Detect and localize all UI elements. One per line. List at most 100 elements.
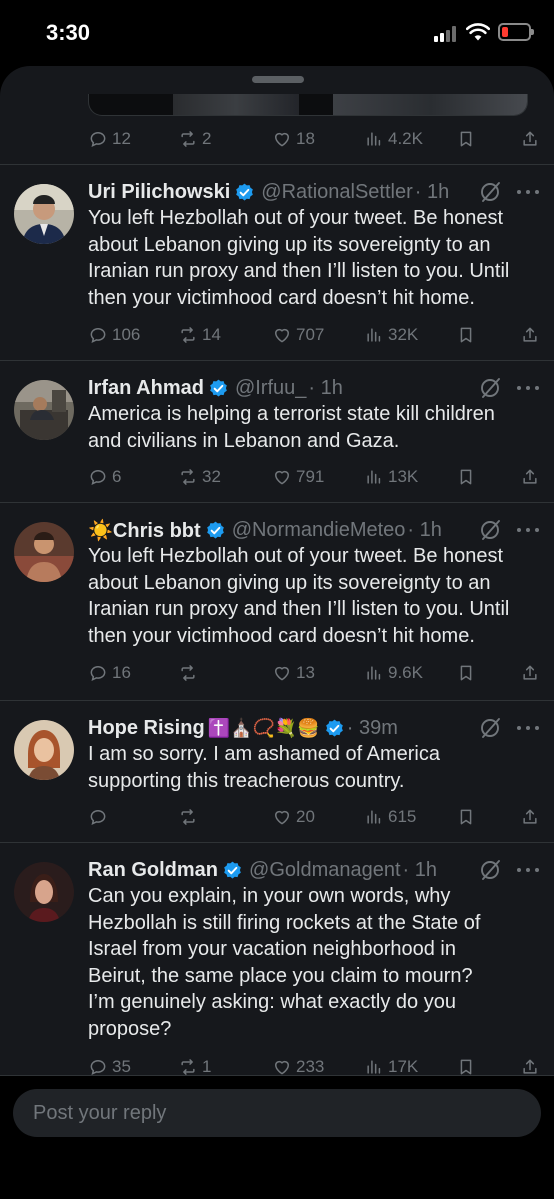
reply-count: 35 <box>112 1057 131 1076</box>
author-handle[interactable]: @Goldmanagent <box>249 859 401 882</box>
share-button[interactable] <box>520 127 540 151</box>
tweet-text-line: You left Hezbollah out of your tweet. Be… <box>88 545 504 567</box>
reply-button[interactable]: 6 <box>88 465 121 489</box>
replies-sheet: 12 2 18 4.2K Uri Pilichowski @RationalSe… <box>0 66 554 1199</box>
divider <box>0 360 554 361</box>
tweet-text-line: then your victimhood card doesn’t hit ho… <box>88 624 475 647</box>
share-button[interactable] <box>520 805 540 829</box>
grok-icon[interactable] <box>478 858 502 882</box>
tweet-text-line: I am so sorry. I am ashamed of America <box>88 743 440 765</box>
bookmark-button[interactable] <box>456 127 476 151</box>
grok-icon[interactable] <box>478 518 502 542</box>
repost-button[interactable]: 32 <box>178 465 221 489</box>
avatar[interactable] <box>14 380 74 440</box>
more-options-icon[interactable] <box>514 518 542 542</box>
tweet-text-line: America is helping a terrorist state kil… <box>88 403 495 425</box>
avatar[interactable] <box>14 720 74 780</box>
divider <box>0 700 554 701</box>
author-name[interactable]: Irfan Ahmad <box>88 377 204 400</box>
views-icon <box>367 666 381 680</box>
views-icon <box>367 328 381 342</box>
reply-button[interactable]: 16 <box>88 661 131 685</box>
reply-tweet[interactable]: Hope Rising ✝️⛪📿💐🍔 · 39m I am so sorry. … <box>0 714 554 842</box>
grok-icon[interactable] <box>478 180 502 204</box>
author-handle[interactable]: @Irfuu_ <box>235 377 306 400</box>
tweet-text: America is helping a terrorist state kil… <box>88 401 540 454</box>
tweet-time: · 1h <box>308 376 343 399</box>
reply-icon <box>90 1059 106 1076</box>
grok-icon[interactable] <box>478 716 502 740</box>
author-handle[interactable]: @RationalSettler <box>261 181 412 204</box>
more-options-icon[interactable] <box>514 716 542 740</box>
views-button[interactable]: 9.6K <box>364 661 423 685</box>
views-count: 4.2K <box>388 129 423 148</box>
reply-tweet[interactable]: Irfan Ahmad @Irfuu_ · 1h America is help… <box>0 374 554 502</box>
share-button[interactable] <box>520 323 540 347</box>
like-count: 707 <box>296 325 325 344</box>
repost-button[interactable]: 14 <box>178 323 221 347</box>
reply-input[interactable] <box>13 1089 541 1137</box>
like-button[interactable]: 20 <box>272 805 315 829</box>
views-button[interactable]: 4.2K <box>364 127 423 151</box>
verified-badge-icon <box>224 861 241 879</box>
verified-badge-icon <box>210 379 227 397</box>
reply-tweet[interactable]: ☀️Chris bbt @NormandieMeteo · 1h You lef… <box>0 516 554 700</box>
repost-button[interactable] <box>178 661 202 685</box>
views-button[interactable]: 13K <box>364 465 418 489</box>
tweet-actions: 20 615 <box>88 805 540 829</box>
more-options-icon[interactable] <box>514 858 542 882</box>
views-button[interactable]: 615 <box>364 805 416 829</box>
like-button[interactable]: 13 <box>272 661 315 685</box>
reply-button[interactable]: 12 <box>88 127 131 151</box>
like-button[interactable]: 791 <box>272 465 324 489</box>
reply-tweet[interactable]: Uri Pilichowski @RationalSettler · 1h Yo… <box>0 178 554 360</box>
reply-button[interactable]: 106 <box>88 323 140 347</box>
tweet-text-line: and civilians in Lebanon and Gaza. <box>88 429 400 452</box>
share-icon <box>523 469 537 484</box>
views-count: 17K <box>388 1057 419 1076</box>
share-button[interactable] <box>520 465 540 489</box>
status-bar: 3:30 <box>0 0 554 66</box>
bookmark-button[interactable] <box>456 805 476 829</box>
more-options-icon[interactable] <box>514 180 542 204</box>
bookmark-icon <box>460 131 472 147</box>
avatar[interactable] <box>14 522 74 582</box>
tweet-actions: 106 14 707 32K <box>88 323 540 347</box>
tweet-text-line: Beirut, the same place you claim to mour… <box>88 964 473 987</box>
share-icon <box>523 665 537 680</box>
views-button[interactable]: 32K <box>364 323 418 347</box>
tweet-time: · 39m <box>346 716 398 739</box>
author-name[interactable]: ☀️Chris bbt <box>88 518 201 543</box>
heart-icon <box>275 132 289 147</box>
author-handle[interactable]: @NormandieMeteo <box>232 519 406 542</box>
share-button[interactable] <box>520 661 540 685</box>
more-options-icon[interactable] <box>514 376 542 400</box>
avatar[interactable] <box>14 862 74 922</box>
previous-tweet-media[interactable] <box>88 94 528 116</box>
like-button[interactable]: 18 <box>272 127 315 151</box>
bookmark-icon <box>460 665 472 681</box>
heart-icon <box>275 470 289 485</box>
author-name[interactable]: Uri Pilichowski <box>88 181 230 204</box>
bookmark-icon <box>460 469 472 485</box>
like-button[interactable]: 707 <box>272 323 324 347</box>
author-name[interactable]: Hope Rising <box>88 717 205 740</box>
bookmark-button[interactable] <box>456 323 476 347</box>
reply-icon <box>90 469 106 486</box>
avatar[interactable] <box>14 184 74 244</box>
battery-icon <box>498 23 534 41</box>
tweet-text-line: about Lebanon giving up its sovereignty … <box>88 571 491 594</box>
repost-button[interactable] <box>178 805 202 829</box>
repost-count: 32 <box>202 467 221 486</box>
bookmark-button[interactable] <box>456 661 476 685</box>
sheet-grabber[interactable] <box>252 76 304 83</box>
reply-count: 12 <box>112 129 131 148</box>
author-name[interactable]: Ran Goldman <box>88 859 218 882</box>
reply-tweet[interactable]: Ran Goldman @Goldmanagent · 1h Can you e… <box>0 856 554 1096</box>
divider <box>0 842 554 843</box>
repost-button[interactable]: 2 <box>178 127 211 151</box>
grok-icon[interactable] <box>478 376 502 400</box>
bookmark-button[interactable] <box>456 465 476 489</box>
reply-button[interactable] <box>88 805 112 829</box>
tweet-header: Uri Pilichowski @RationalSettler · 1h <box>88 178 518 206</box>
